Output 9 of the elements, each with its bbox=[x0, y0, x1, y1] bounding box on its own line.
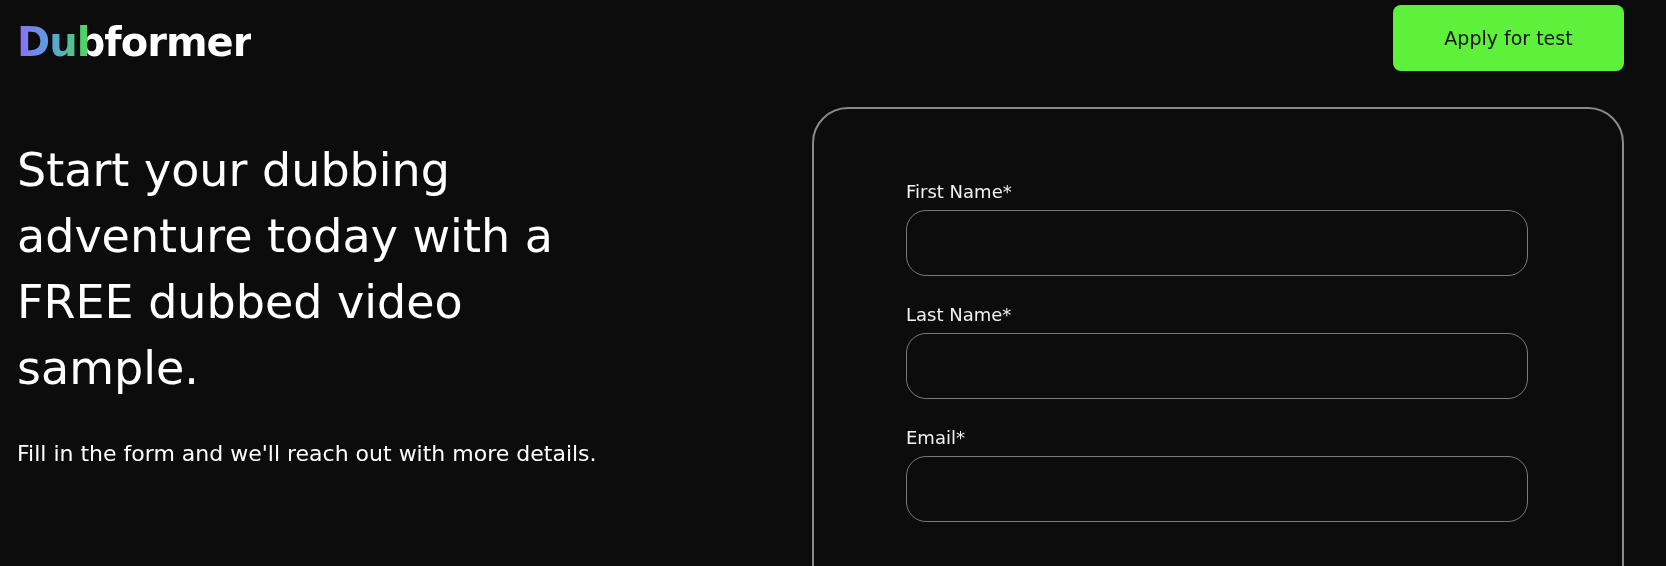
field-label: Last Name* bbox=[906, 304, 1013, 325]
field-label: First Name* bbox=[906, 181, 1013, 202]
input-field[interactable] bbox=[906, 456, 1528, 522]
input-field[interactable] bbox=[906, 210, 1528, 276]
hero-heading: Start your dubbing adventure today with a FREE dubbed video sample. bbox=[17, 142, 554, 397]
field-label: Email* bbox=[906, 427, 966, 448]
apply-button[interactable]: Apply for test bbox=[1393, 5, 1624, 71]
input-field[interactable] bbox=[906, 333, 1528, 399]
hero-text: Fill in the form and we'll reach out with more details. bbox=[17, 441, 598, 466]
